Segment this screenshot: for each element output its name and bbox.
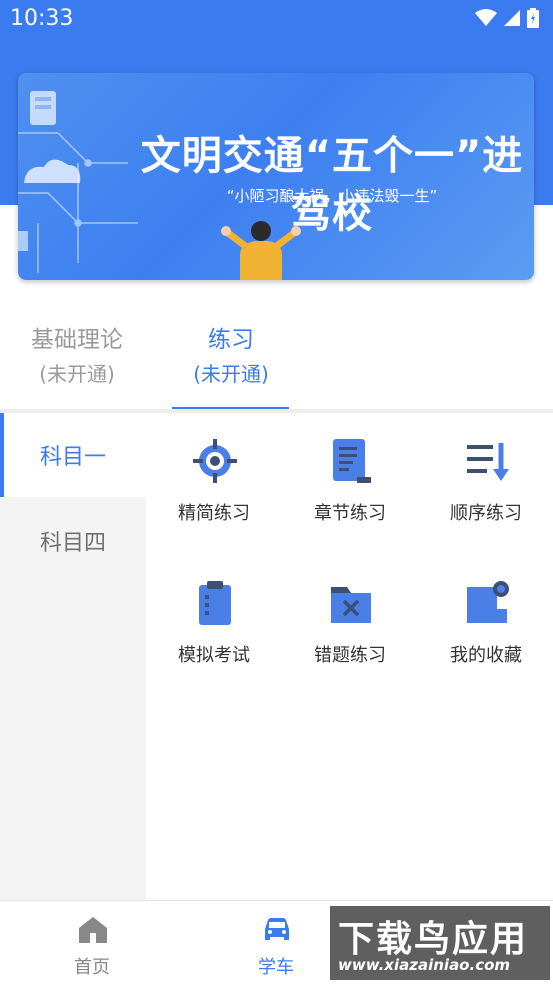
status-icons xyxy=(475,8,539,28)
practice-item-label: 章节练习 xyxy=(314,503,386,524)
banner-title: 文明交通“五个一”进驾校 xyxy=(140,133,524,237)
tab-basic-theory[interactable]: 基础理论 (未开通) xyxy=(12,315,142,411)
signal-icon xyxy=(504,10,520,26)
nav-learn-driving[interactable]: 学车 xyxy=(226,901,326,984)
banner-subtitle: “小陋习酿大祸，小违法毁一生” xyxy=(226,187,438,205)
practice-item-concise[interactable]: 精简练习 xyxy=(146,413,282,533)
practice-item-mock-exam[interactable]: 模拟考试 xyxy=(146,555,282,675)
practice-item-chapter[interactable]: 章节练习 xyxy=(282,413,418,533)
target-icon xyxy=(193,439,237,483)
battery-icon xyxy=(527,8,539,28)
practice-item-label: 精简练习 xyxy=(178,503,250,524)
sidebar-item-subject-four[interactable]: 科目四 xyxy=(0,499,146,583)
bookmark-pin-icon xyxy=(467,581,509,623)
clipboard-icon xyxy=(199,581,231,625)
practice-item-label: 模拟考试 xyxy=(178,645,250,666)
folder-x-icon xyxy=(331,587,371,623)
subject-sidebar: 科目一 科目四 xyxy=(0,413,146,900)
car-icon xyxy=(265,918,289,940)
practice-item-wrong-questions[interactable]: 错题练习 xyxy=(282,555,418,675)
watermark-brand: 下载鸟应用 xyxy=(338,919,529,960)
home-icon xyxy=(79,917,107,943)
practice-item-favorites[interactable]: 我的收藏 xyxy=(418,555,553,675)
practice-grid: 精简练习 章节练习 顺序练习 模拟考试 错题练习 我的收藏 xyxy=(146,413,553,900)
watermark: 下载鸟应用 www.xiazainiao.com xyxy=(330,906,550,980)
watermark-url: www.xiazainiao.com xyxy=(338,956,511,974)
tab-practice[interactable]: 练习 (未开通) xyxy=(166,315,296,411)
practice-item-sequential[interactable]: 顺序练习 xyxy=(418,413,553,533)
sort-down-icon xyxy=(467,443,509,481)
tab-basic-theory-status: (未开通) xyxy=(39,362,115,386)
sidebar-item-subject-one[interactable]: 科目一 xyxy=(0,413,146,497)
nav-home-label: 首页 xyxy=(74,957,110,978)
promo-banner[interactable]: 文明交通“五个一”进驾校 “小陋习酿大祸，小违法毁一生” xyxy=(18,73,534,280)
status-bar: 10:33 xyxy=(0,0,553,38)
nav-learn-label: 学车 xyxy=(258,957,294,978)
tab-practice-label: 练习 xyxy=(208,327,254,353)
wifi-icon xyxy=(475,9,497,26)
category-tabs: 基础理论 (未开通) 练习 (未开通) xyxy=(0,315,553,411)
tab-basic-theory-label: 基础理论 xyxy=(31,327,123,353)
nav-home[interactable]: 首页 xyxy=(42,901,142,984)
tab-practice-status: (未开通) xyxy=(193,362,269,386)
practice-item-label: 错题练习 xyxy=(314,645,386,666)
practice-item-label: 我的收藏 xyxy=(450,645,522,666)
status-time: 10:33 xyxy=(10,6,74,31)
practice-item-label: 顺序练习 xyxy=(450,503,522,524)
document-list-icon xyxy=(333,439,371,483)
